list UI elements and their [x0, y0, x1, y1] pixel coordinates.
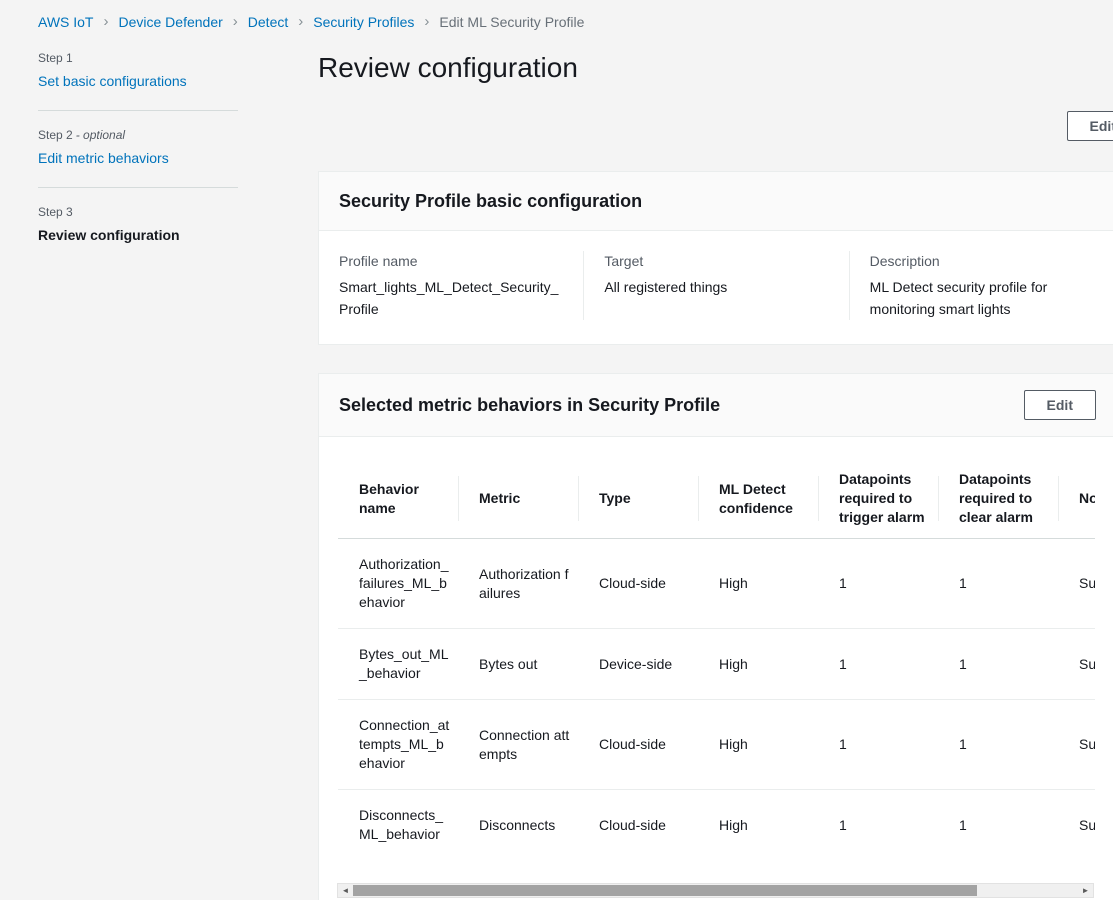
cell-type: Cloud-side	[578, 790, 698, 861]
description-label: Description	[870, 251, 1094, 271]
breadcrumb-separator-icon: ›	[424, 13, 429, 30]
step-1: Step 1 Set basic configurations	[38, 51, 238, 91]
basic-config-card-body: Profile name Smart_lights_ML_Detect_Secu…	[319, 231, 1113, 344]
step-1-kicker: Step 1	[38, 51, 238, 65]
scrollbar-track[interactable]	[353, 884, 1078, 897]
page: AWS IoT › Device Defender › Detect › Sec…	[0, 0, 1113, 900]
main-content: Review configuration Edit Security Profi…	[318, 30, 1113, 900]
table-row: Bytes_out_ML_behavior Bytes out Device-s…	[338, 629, 1095, 700]
cell-notifications: Suppressed	[1058, 539, 1095, 629]
target-value: All registered things	[604, 276, 828, 298]
step-divider	[38, 110, 238, 111]
breadcrumb: AWS IoT › Device Defender › Detect › Sec…	[0, 0, 1113, 30]
cell-type: Cloud-side	[578, 700, 698, 790]
cell-behavior-name: Authorization_failures_ML_behavior	[338, 539, 458, 629]
step-3-current-label: Review configuration	[38, 227, 238, 243]
cell-confidence: High	[698, 539, 818, 629]
field-target: Target All registered things	[583, 251, 848, 320]
step-2-optional-text: - optional	[76, 128, 125, 142]
cell-datapoints-trigger: 1	[818, 629, 938, 700]
basic-config-card-header: Security Profile basic configuration	[319, 172, 1113, 231]
steps-nav: Step 1 Set basic configurations Step 2- …	[38, 51, 238, 243]
edit-behaviors-button[interactable]: Edit	[1024, 390, 1096, 420]
cell-behavior-name: Connection_attempts_ML_behavior	[338, 700, 458, 790]
cell-confidence: High	[698, 790, 818, 861]
behaviors-card-header: Selected metric behaviors in Security Pr…	[319, 374, 1113, 437]
breadcrumb-link-aws-iot[interactable]: AWS IoT	[38, 14, 94, 30]
col-ml-detect-confidence: ML Detect confidence	[698, 459, 818, 539]
col-behavior-name: Behavior name	[338, 459, 458, 539]
profile-name-label: Profile name	[339, 251, 563, 271]
cell-confidence: High	[698, 700, 818, 790]
step-1-link[interactable]: Set basic configurations	[38, 73, 187, 89]
cell-notifications: Suppressed	[1058, 629, 1095, 700]
col-notifications: Notifications	[1058, 459, 1095, 539]
edit-profile-button[interactable]: Edit	[1067, 111, 1113, 141]
cell-metric: Disconnects	[458, 790, 578, 861]
table-row: Authorization_failures_ML_behavior Autho…	[338, 539, 1095, 629]
cell-datapoints-trigger: 1	[818, 700, 938, 790]
cell-datapoints-clear: 1	[938, 539, 1058, 629]
step-divider	[38, 187, 238, 188]
step-3-kicker: Step 3	[38, 205, 238, 219]
step-2-link[interactable]: Edit metric behaviors	[38, 150, 169, 166]
cell-datapoints-clear: 1	[938, 700, 1058, 790]
step-2: Step 2- optional Edit metric behaviors	[38, 128, 238, 168]
behaviors-table-scroll-area[interactable]: Behavior name Metric Type ML Detect conf…	[338, 459, 1095, 860]
breadcrumb-separator-icon: ›	[104, 13, 109, 30]
basic-config-card-title: Security Profile basic configuration	[339, 188, 642, 214]
cell-datapoints-trigger: 1	[818, 790, 938, 861]
behaviors-card: Selected metric behaviors in Security Pr…	[318, 373, 1113, 900]
cell-behavior-name: Bytes_out_ML_behavior	[338, 629, 458, 700]
table-row: Connection_attempts_ML_behavior Connecti…	[338, 700, 1095, 790]
col-type: Type	[578, 459, 698, 539]
step-3: Step 3 Review configuration	[38, 205, 238, 243]
scroll-left-icon[interactable]: ◄	[338, 884, 353, 897]
col-datapoints-trigger: Datapoints required to trigger alarm	[818, 459, 938, 539]
cell-metric: Connection attempts	[458, 700, 578, 790]
breadcrumb-current: Edit ML Security Profile	[439, 14, 584, 30]
cell-type: Cloud-side	[578, 539, 698, 629]
scroll-right-icon[interactable]: ►	[1078, 884, 1093, 897]
field-description: Description ML Detect security profile f…	[849, 251, 1113, 320]
scrollbar-thumb[interactable]	[353, 885, 977, 896]
cell-type: Device-side	[578, 629, 698, 700]
cell-notifications: Suppressed	[1058, 790, 1095, 861]
step-2-kicker: Step 2- optional	[38, 128, 238, 142]
breadcrumb-separator-icon: ›	[298, 13, 303, 30]
basic-config-card: Security Profile basic configuration Pro…	[318, 171, 1113, 345]
behaviors-card-title: Selected metric behaviors in Security Pr…	[339, 392, 720, 418]
top-actions: Edit	[318, 111, 1113, 141]
cell-metric: Authorization failures	[458, 539, 578, 629]
field-profile-name: Profile name Smart_lights_ML_Detect_Secu…	[319, 251, 583, 320]
page-title: Review configuration	[318, 50, 1113, 86]
step-2-kicker-text: Step 2	[38, 128, 73, 142]
breadcrumb-link-device-defender[interactable]: Device Defender	[119, 14, 223, 30]
cell-confidence: High	[698, 629, 818, 700]
profile-name-value: Smart_lights_ML_Detect_Security_Profile	[339, 276, 563, 320]
col-metric: Metric	[458, 459, 578, 539]
table-row: Disconnects_ML_behavior Disconnects Clou…	[338, 790, 1095, 861]
table-header-row: Behavior name Metric Type ML Detect conf…	[338, 459, 1095, 539]
cell-datapoints-clear: 1	[938, 790, 1058, 861]
cell-metric: Bytes out	[458, 629, 578, 700]
breadcrumb-link-detect[interactable]: Detect	[248, 14, 288, 30]
description-value: ML Detect security profile for monitorin…	[870, 276, 1094, 320]
col-datapoints-clear: Datapoints required to clear alarm	[938, 459, 1058, 539]
breadcrumb-separator-icon: ›	[233, 13, 238, 30]
cell-datapoints-clear: 1	[938, 629, 1058, 700]
cell-behavior-name: Disconnects_ML_behavior	[338, 790, 458, 861]
cell-datapoints-trigger: 1	[818, 539, 938, 629]
cell-notifications: Suppressed	[1058, 700, 1095, 790]
target-label: Target	[604, 251, 828, 271]
behaviors-table: Behavior name Metric Type ML Detect conf…	[338, 459, 1095, 860]
horizontal-scrollbar[interactable]: ◄ ►	[337, 883, 1094, 898]
breadcrumb-link-security-profiles[interactable]: Security Profiles	[313, 14, 414, 30]
